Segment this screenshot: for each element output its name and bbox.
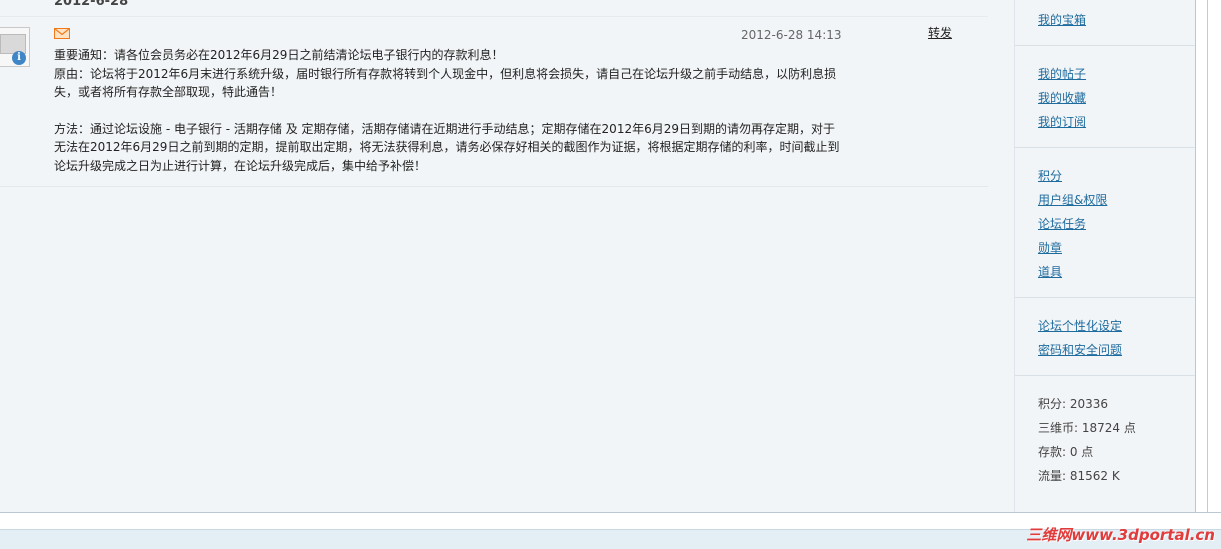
divider — [0, 16, 988, 17]
message-line: 方法：通过论坛设施 - 电子银行 - 活期存储 及 定期存储，活期存储请在近期进… — [54, 121, 835, 136]
sidebar-link-medals[interactable]: 勋章 — [1038, 239, 1062, 256]
sidebar-link-forum-tasks[interactable]: 论坛任务 — [1038, 215, 1086, 232]
sidebar-divider — [1015, 147, 1195, 148]
sidebar-link-credits[interactable]: 积分 — [1038, 167, 1062, 184]
sender-avatar[interactable]: i — [0, 27, 30, 67]
message-list: 2012-6-28 i 2012-6-28 14:13 转发 重要通知：请各位会… — [0, 0, 1014, 512]
window-edge-line — [1207, 0, 1208, 512]
message-line: 重要通知：请各位会员务必在2012年6月29日之前结清论坛电子银行内的存款利息！ — [54, 48, 504, 62]
message-body: 重要通知：请各位会员务必在2012年6月29日之前结清论坛电子银行内的存款利息！… — [54, 46, 854, 175]
message-line: 原由：论坛将于2012年6月末进行系统升级，届时银行所有存款将转到个人现金中，但… — [54, 66, 837, 81]
sidebar-link-usergroup-permissions[interactable]: 用户组&权限 — [1038, 191, 1107, 208]
stat-coins: 三维币: 18724 点 — [1038, 421, 1136, 435]
user-sidebar: 我的宝箱 我的帖子 我的收藏 我的订阅 积分 用户组&权限 论坛任务 勋章 道具… — [1014, 0, 1195, 512]
stat-credits: 积分: 20336 — [1038, 397, 1109, 411]
window-edge — [1196, 0, 1221, 512]
info-icon: i — [12, 51, 26, 65]
sidebar-divider — [1015, 297, 1195, 298]
sidebar-link-treasure-box[interactable]: 我的宝箱 — [1038, 11, 1086, 28]
mail-icon — [54, 28, 70, 39]
sidebar-divider — [1015, 375, 1195, 376]
message-line: 无法在2012年6月29日之前到期的定期，提前取出定期，将无法获得利息，请务必保… — [54, 140, 840, 154]
sidebar-link-personalization[interactable]: 论坛个性化设定 — [1038, 317, 1122, 334]
message-line: 失，或者将所有存款全部取现，特此通告！ — [54, 85, 283, 99]
forward-link[interactable]: 转发 — [928, 24, 952, 41]
message-time: 2012-6-28 14:13 — [741, 28, 842, 42]
date-heading: 2012-6-28 — [54, 0, 129, 9]
site-watermark: 三维网www.3dportal.cn — [1026, 526, 1215, 544]
sidebar-link-my-posts[interactable]: 我的帖子 — [1038, 65, 1086, 82]
divider — [0, 186, 988, 187]
sidebar-link-my-subscriptions[interactable]: 我的订阅 — [1038, 113, 1086, 130]
message-line: 论坛升级完成之日为止进行计算，在论坛升级完成后，集中给予补偿！ — [54, 158, 427, 173]
stat-traffic: 流量: 81562 K — [1038, 469, 1120, 483]
stat-deposit: 存款: 0 点 — [1038, 445, 1094, 459]
sidebar-link-password-security[interactable]: 密码和安全问题 — [1038, 341, 1122, 358]
sidebar-link-items[interactable]: 道具 — [1038, 263, 1062, 280]
sidebar-divider — [1015, 45, 1195, 46]
sidebar-link-my-favorites[interactable]: 我的收藏 — [1038, 89, 1086, 106]
